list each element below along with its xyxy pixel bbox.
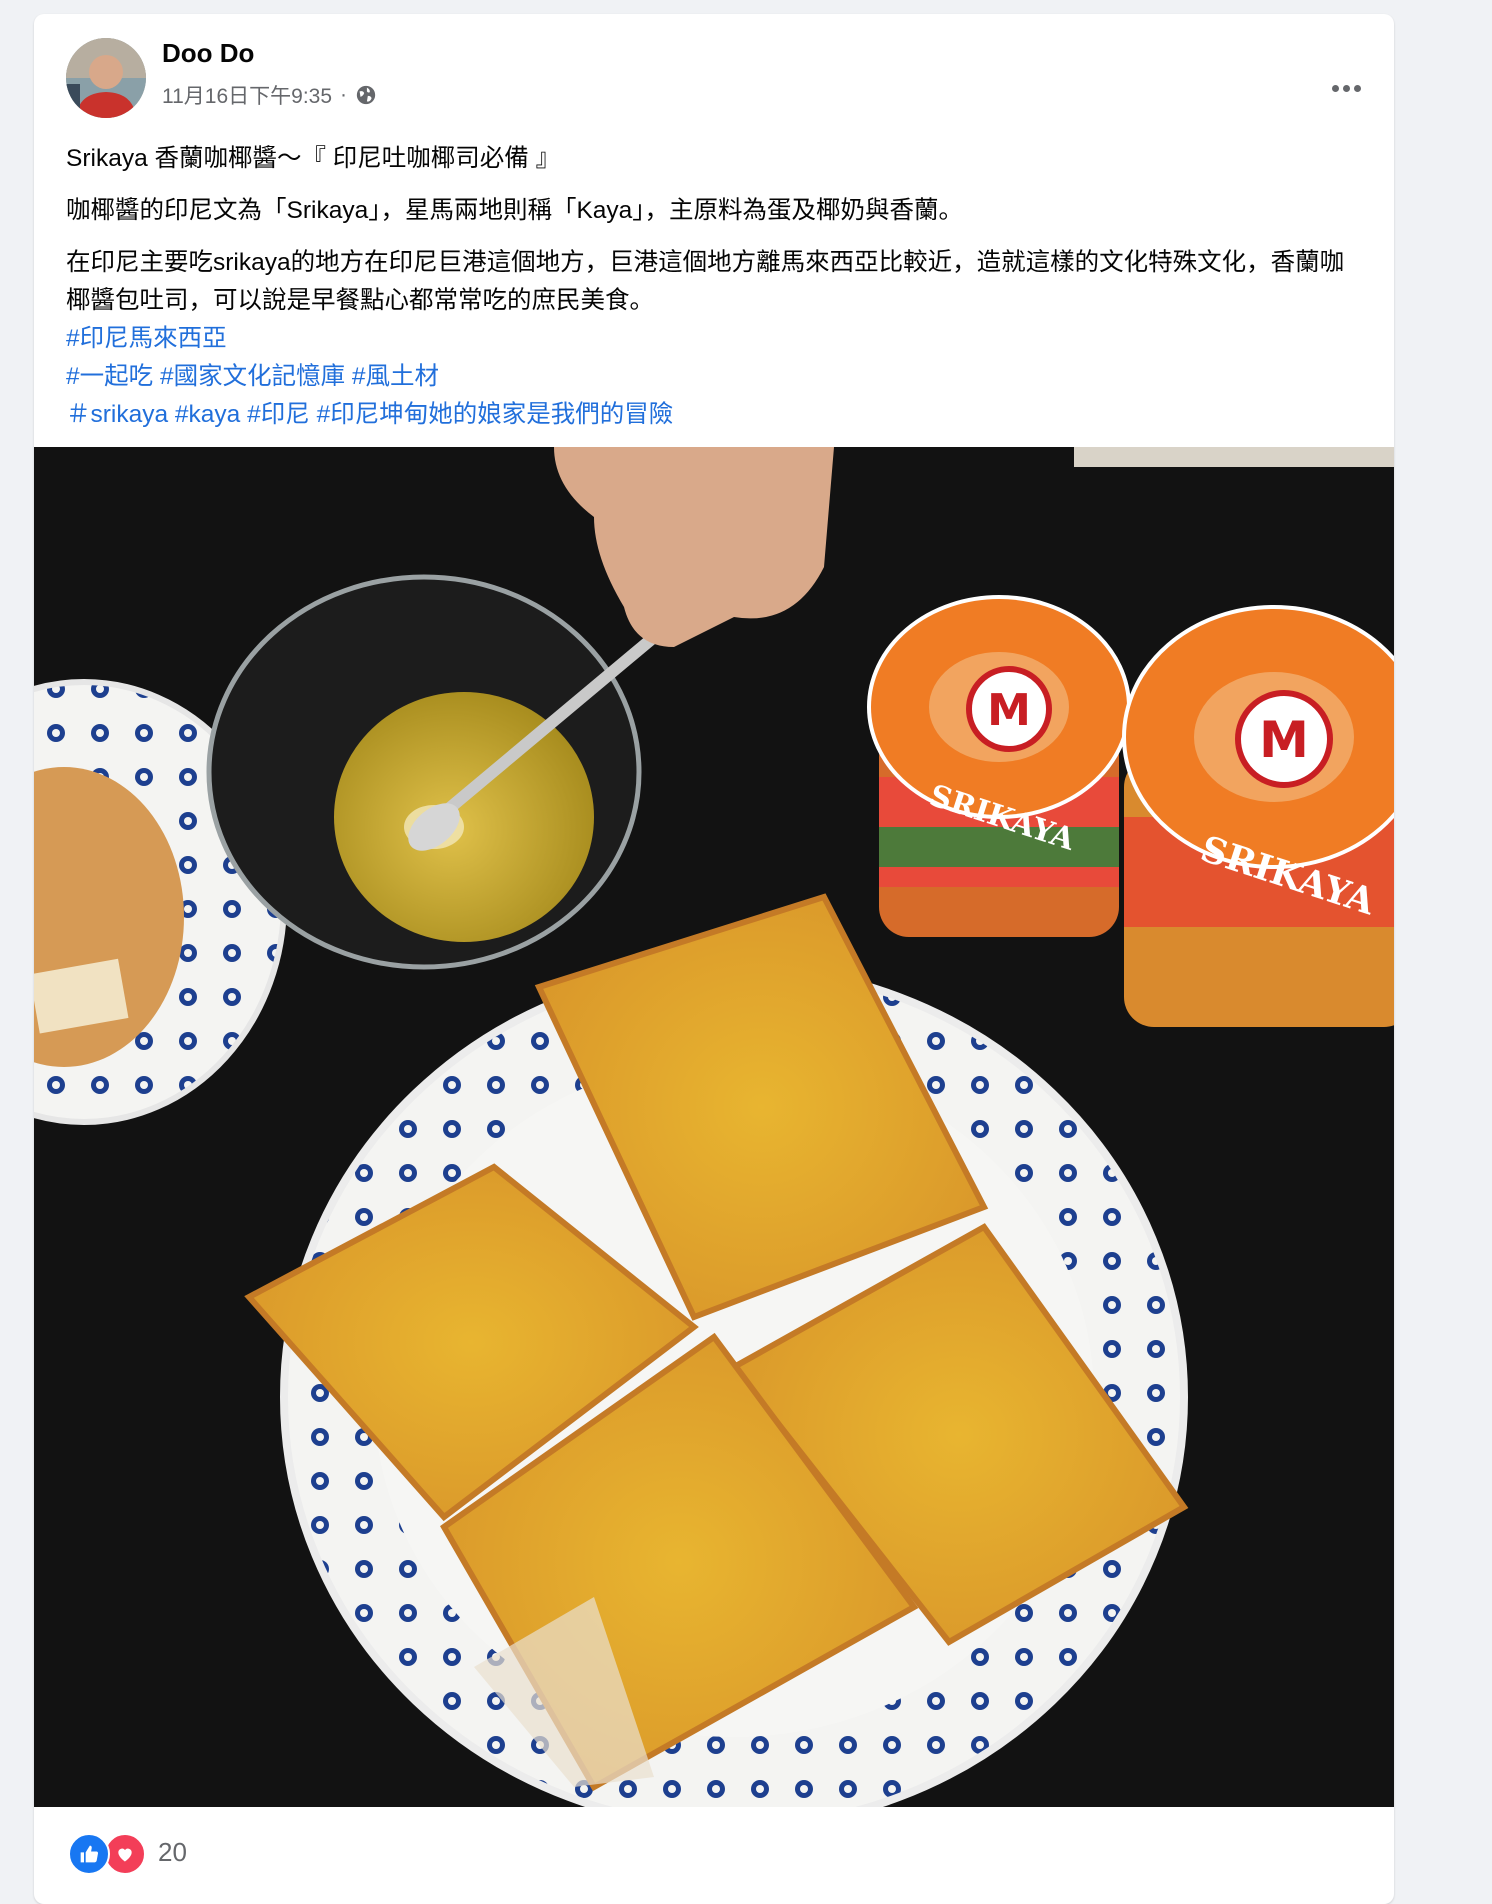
author-name[interactable]: Doo Do: [162, 38, 254, 69]
reaction-icons[interactable]: [68, 1833, 146, 1875]
reaction-count[interactable]: 20: [158, 1837, 187, 1868]
more-options-icon[interactable]: [1322, 64, 1370, 112]
hashtag[interactable]: ＃srikaya: [66, 401, 168, 428]
globe-icon[interactable]: [355, 84, 377, 106]
jar-brand-mark: M: [1259, 711, 1309, 769]
post-timestamp[interactable]: 11月16日下午9:35: [162, 80, 332, 110]
avatar-image: [66, 38, 146, 118]
meta-separator: ·: [340, 83, 348, 106]
jar-2: M SRIKAYA: [1122, 605, 1394, 1027]
post-paragraph-1: 咖椰醬的印尼文為「Srikaya」，星馬兩地則稱「Kaya」，主原料為蛋及椰奶與…: [66, 197, 964, 224]
hashtag[interactable]: #kaya: [175, 401, 240, 428]
post-photo[interactable]: M SRIKAYA M SRIKAYA: [34, 447, 1394, 1807]
hashtag-line-1: #印尼馬來西亞: [66, 320, 1366, 358]
jar-brand-mark: M: [987, 685, 1031, 736]
hashtag[interactable]: #印尼坤甸她的娘家是我們的冒險: [317, 401, 674, 428]
post-card: Doo Do 11月16日下午9:35 · Srikaya 香蘭咖椰醬～『 印尼…: [34, 14, 1394, 1904]
jar-1: M SRIKAYA: [867, 595, 1131, 937]
post-title: Srikaya 香蘭咖椰醬～『 印尼吐咖椰司必備 』: [66, 145, 561, 172]
hashtag[interactable]: #一起吃: [66, 363, 153, 390]
hashtag-line-2: #一起吃 #國家文化記憶庫 #風土材: [66, 358, 1366, 396]
like-icon: [68, 1833, 110, 1875]
love-icon: [104, 1833, 146, 1875]
hashtag[interactable]: #國家文化記憶庫: [160, 363, 345, 390]
avatar[interactable]: [66, 38, 146, 118]
post-meta: 11月16日下午9:35 ·: [162, 80, 377, 110]
hashtag[interactable]: #風土材: [352, 363, 439, 390]
hashtag-line-3: ＃srikaya #kaya #印尼 #印尼坤甸她的娘家是我們的冒險: [66, 396, 1366, 434]
kaya-toast-photo: M SRIKAYA M SRIKAYA: [34, 447, 1394, 1807]
post-paragraph-2: 在印尼主要吃srikaya的地方在印尼巨港這個地方，巨港這個地方離馬來西亞比較近…: [66, 249, 1345, 314]
hashtag[interactable]: #印尼馬來西亞: [66, 325, 227, 352]
post-footer: 20: [34, 1807, 1394, 1904]
post-header: Doo Do 11月16日下午9:35 ·: [34, 14, 1394, 124]
hashtag[interactable]: #印尼: [247, 401, 310, 428]
post-message: Srikaya 香蘭咖椰醬～『 印尼吐咖椰司必備 』 咖椰醬的印尼文為「Srik…: [66, 140, 1366, 434]
